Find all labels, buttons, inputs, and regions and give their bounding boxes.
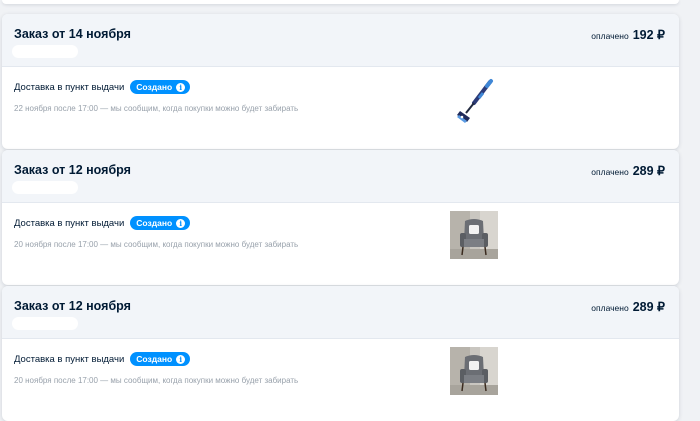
paid-label: оплачено bbox=[591, 303, 629, 313]
shipment-block: Доставка в пункт выдачи Создано i 22 ноя… bbox=[2, 67, 679, 149]
delivery-row: Доставка в пункт выдачи Создано i bbox=[14, 352, 191, 366]
previous-order-card-edge bbox=[2, 0, 679, 4]
delivery-type-label: Доставка в пункт выдачи bbox=[14, 353, 125, 365]
paid-amount: 289 ₽ bbox=[632, 300, 665, 314]
delivery-type-label: Доставка в пункт выдачи bbox=[14, 217, 125, 229]
payment-status: оплачено 289 ₽ bbox=[591, 299, 665, 314]
delivery-row: Доставка в пункт выдачи Создано i bbox=[14, 80, 191, 94]
info-icon[interactable]: i bbox=[176, 218, 186, 228]
order-title[interactable]: Заказ от 12 ноября bbox=[14, 299, 131, 313]
order-header: Заказ от 14 ноября оплачено 192 ₽ bbox=[2, 14, 679, 67]
order-title[interactable]: Заказ от 14 ноября bbox=[14, 27, 131, 41]
order-number-masked bbox=[12, 45, 78, 58]
paid-amount: 192 ₽ bbox=[632, 28, 665, 42]
pickup-date-note: 22 ноября после 17:00 — мы сообщим, когд… bbox=[14, 104, 299, 113]
shipment-block: Доставка в пункт выдачи Создано i 20 ноя… bbox=[2, 203, 679, 285]
product-thumbnail-ice-scraper[interactable] bbox=[450, 77, 498, 125]
order-card[interactable]: Заказ от 12 ноября оплачено 289 ₽ Доставк… bbox=[2, 150, 679, 285]
ice-scraper-icon bbox=[457, 79, 493, 123]
paid-label: оплачено bbox=[591, 31, 629, 41]
status-badge[interactable]: Создано i bbox=[130, 216, 191, 230]
status-badge[interactable]: Создано i bbox=[130, 352, 191, 366]
payment-status: оплачено 192 ₽ bbox=[591, 27, 665, 42]
payment-status: оплачено 289 ₽ bbox=[591, 163, 665, 178]
status-label: Создано bbox=[136, 354, 173, 364]
info-icon[interactable]: i bbox=[176, 354, 186, 364]
pickup-date-note: 20 ноября после 17:00 — мы сообщим, когд… bbox=[14, 240, 299, 249]
armchair-icon bbox=[450, 347, 498, 395]
order-title[interactable]: Заказ от 12 ноября bbox=[14, 163, 131, 177]
paid-label: оплачено bbox=[591, 167, 629, 177]
delivery-type-label: Доставка в пункт выдачи bbox=[14, 81, 125, 93]
order-number-masked bbox=[12, 317, 78, 330]
status-badge[interactable]: Создано i bbox=[130, 80, 191, 94]
delivery-row: Доставка в пункт выдачи Создано i bbox=[14, 216, 191, 230]
order-card[interactable]: Заказ от 14 ноября оплачено 192 ₽ Доставк… bbox=[2, 14, 679, 149]
order-number-masked bbox=[12, 181, 78, 194]
paid-amount: 289 ₽ bbox=[632, 164, 665, 178]
product-thumbnail-armchair[interactable] bbox=[450, 211, 498, 259]
product-thumbnail-armchair[interactable] bbox=[450, 347, 498, 395]
pickup-date-note: 20 ноября после 17:00 — мы сообщим, когд… bbox=[14, 376, 299, 385]
order-header: Заказ от 12 ноября оплачено 289 ₽ bbox=[2, 286, 679, 339]
shipment-block: Доставка в пункт выдачи Создано i 20 ноя… bbox=[2, 339, 679, 421]
status-label: Создано bbox=[136, 218, 173, 228]
order-card[interactable]: Заказ от 12 ноября оплачено 289 ₽ Доставк… bbox=[2, 286, 679, 421]
armchair-icon bbox=[450, 211, 498, 259]
status-label: Создано bbox=[136, 82, 173, 92]
info-icon[interactable]: i bbox=[176, 82, 186, 92]
order-header: Заказ от 12 ноября оплачено 289 ₽ bbox=[2, 150, 679, 203]
